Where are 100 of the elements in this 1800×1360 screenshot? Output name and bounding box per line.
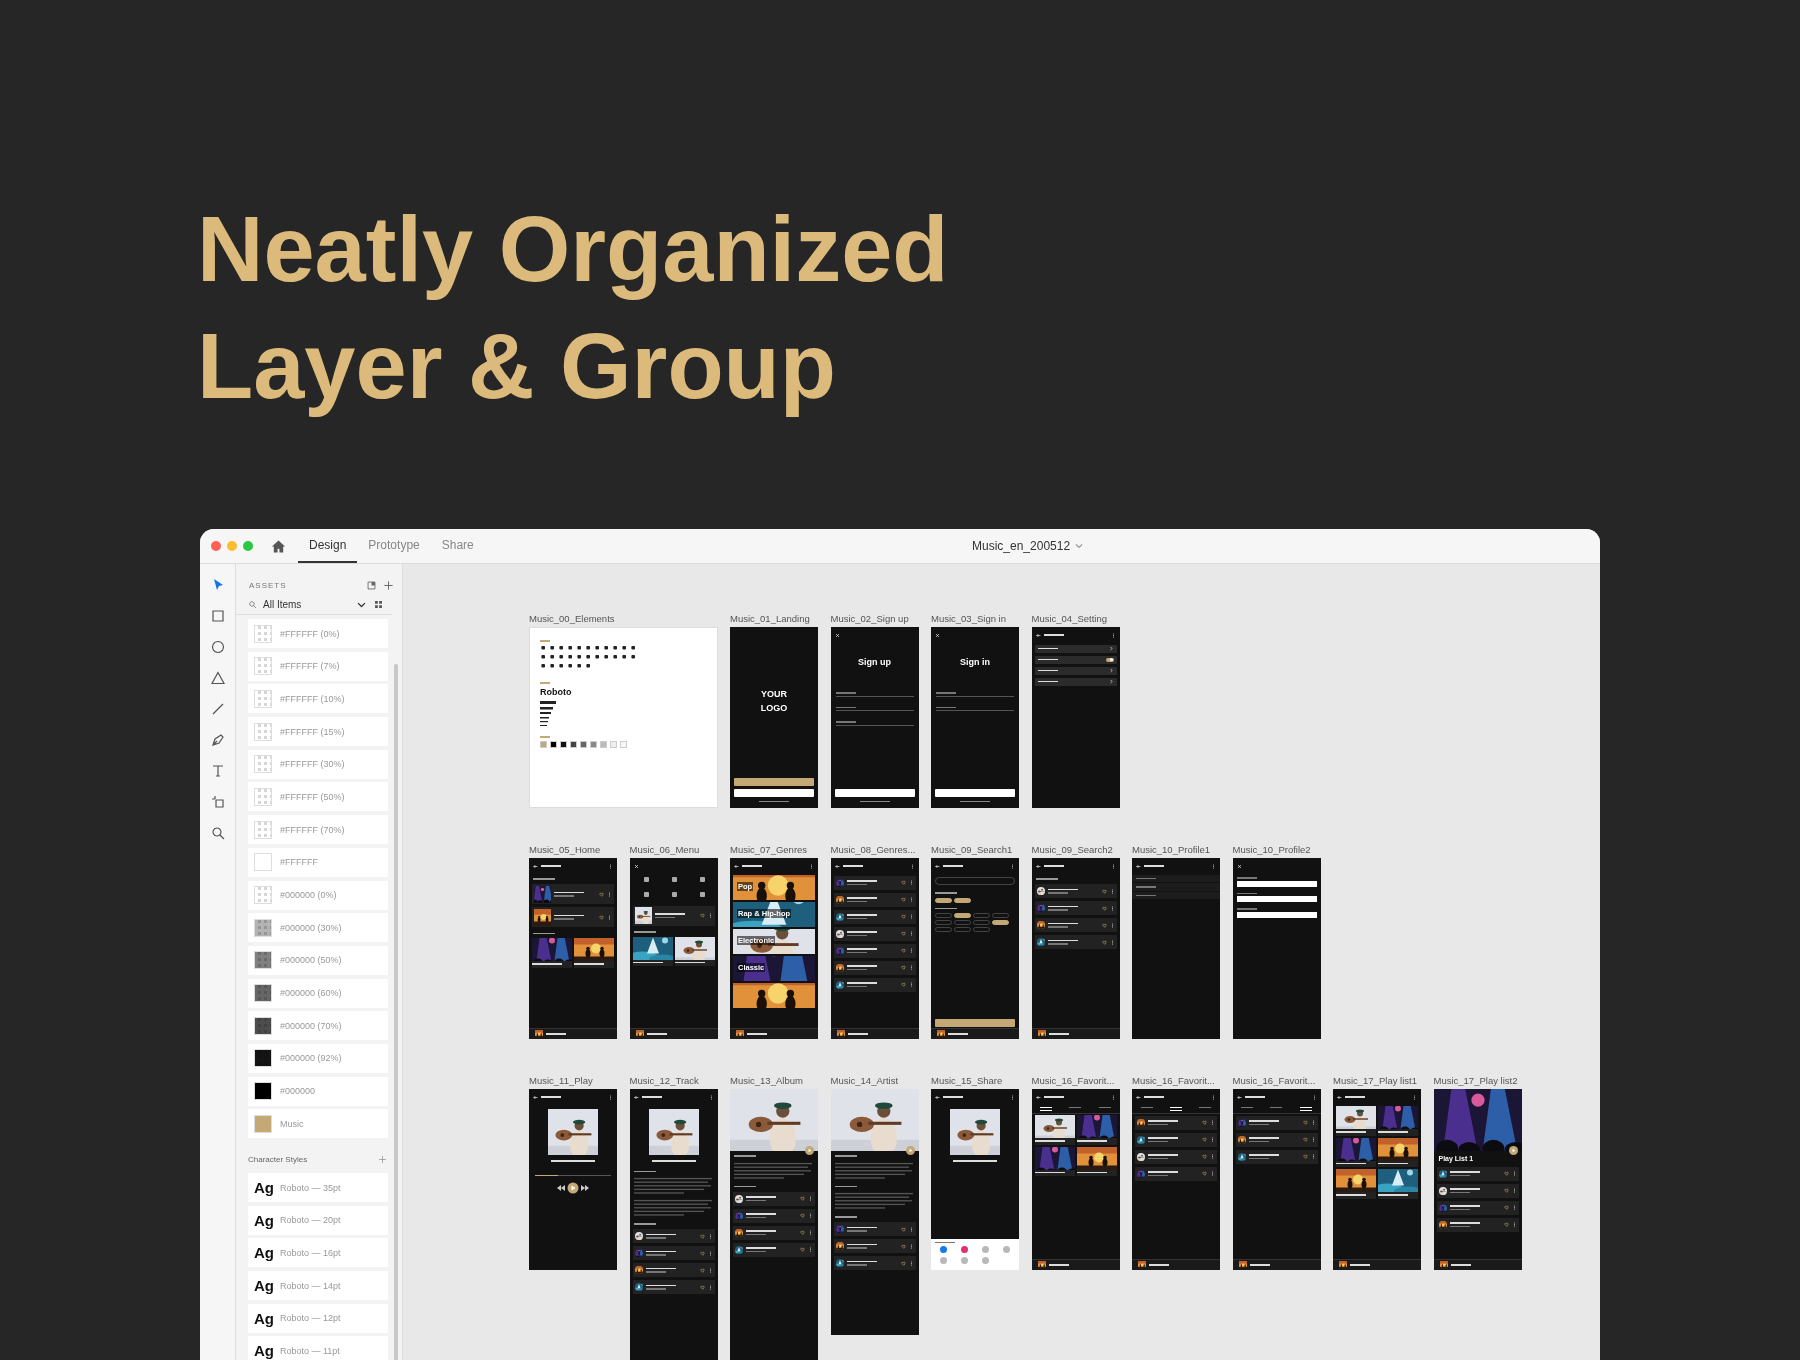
album-card[interactable] — [1034, 1115, 1075, 1145]
more-icon[interactable] — [908, 1243, 914, 1249]
character-style[interactable]: Ag Roboto — 11pt — [248, 1336, 388, 1360]
mini-player[interactable] — [629, 1028, 718, 1039]
artboard[interactable] — [1031, 858, 1120, 1039]
heart-icon[interactable] — [1302, 1120, 1308, 1125]
heart-icon[interactable] — [1202, 1154, 1207, 1159]
more-icon[interactable] — [1109, 939, 1115, 945]
artboard-name[interactable]: Music_00_Elements — [529, 613, 615, 624]
more-icon[interactable] — [908, 914, 914, 919]
list-item[interactable] — [1034, 901, 1117, 915]
artboard-name[interactable]: Music_08_Genres... — [830, 844, 916, 855]
artboard-name[interactable]: Music_17_Play list2 — [1433, 1075, 1518, 1086]
input-field[interactable] — [936, 706, 1014, 711]
more-icon[interactable] — [809, 863, 814, 869]
character-style[interactable]: Ag Roboto — 16pt — [248, 1238, 388, 1268]
list-item[interactable] — [833, 1256, 916, 1270]
more-icon[interactable] — [608, 863, 613, 869]
artboard-name[interactable]: Music_06_Menu — [629, 844, 700, 855]
heart-icon[interactable] — [900, 897, 906, 902]
heart-icon[interactable] — [1101, 888, 1107, 894]
genre-chip[interactable] — [992, 920, 1009, 925]
heart-icon[interactable] — [800, 1247, 805, 1252]
artboard[interactable] — [629, 1089, 718, 1360]
more-icon[interactable] — [1210, 1137, 1215, 1142]
character-style[interactable]: Ag Roboto — 20pt — [248, 1205, 388, 1235]
character-style[interactable]: Ag Roboto — 14pt — [248, 1271, 388, 1301]
more-icon[interactable] — [1010, 863, 1015, 869]
list-item[interactable] — [833, 1222, 916, 1236]
heart-icon[interactable] — [900, 914, 906, 919]
input-field[interactable] — [835, 692, 914, 697]
heart-icon[interactable] — [699, 913, 705, 918]
heart-icon[interactable] — [900, 880, 906, 885]
mini-player[interactable] — [529, 1028, 617, 1039]
more-icon[interactable] — [1110, 1094, 1116, 1100]
list-item[interactable] — [1034, 935, 1117, 949]
more-icon[interactable] — [1210, 1154, 1215, 1159]
album-card[interactable] — [1076, 1115, 1117, 1145]
more-icon[interactable] — [808, 1230, 813, 1235]
back-arrow-icon[interactable] — [1136, 1094, 1141, 1100]
more-icon[interactable] — [608, 1094, 613, 1100]
list-item[interactable] — [1135, 1166, 1217, 1181]
scrollbar[interactable] — [394, 664, 398, 1360]
list-item[interactable] — [632, 1263, 715, 1277]
close-icon[interactable] — [1236, 863, 1242, 869]
more-icon[interactable] — [908, 931, 914, 936]
list-item[interactable] — [733, 1242, 815, 1257]
more-icon[interactable] — [707, 1250, 713, 1256]
album-card[interactable] — [574, 938, 614, 968]
more-icon[interactable] — [908, 1260, 914, 1266]
triangle-tool-icon[interactable] — [209, 670, 226, 686]
more-icon[interactable] — [607, 914, 612, 920]
more-icon[interactable] — [1210, 1171, 1215, 1176]
back-arrow-icon[interactable] — [734, 863, 739, 869]
close-icon[interactable] — [633, 863, 639, 869]
more-icon[interactable] — [908, 897, 914, 902]
list-item[interactable] — [833, 875, 916, 890]
album-card[interactable] — [1378, 1106, 1418, 1136]
more-icon[interactable] — [1511, 1222, 1517, 1227]
input-field[interactable] — [936, 692, 1014, 697]
list-item[interactable] — [532, 907, 614, 927]
artboard-tool-icon[interactable] — [209, 794, 226, 810]
artboard[interactable] — [931, 858, 1019, 1039]
artboard[interactable]: Sign up — [830, 627, 919, 808]
heart-icon[interactable] — [900, 965, 906, 970]
more-icon[interactable] — [707, 1233, 713, 1239]
more-icon[interactable] — [1110, 632, 1116, 638]
heart-icon[interactable] — [1101, 922, 1107, 928]
more-icon[interactable] — [908, 1226, 914, 1232]
back-arrow-icon[interactable] — [1337, 1094, 1342, 1100]
artboard-name[interactable]: Music_01_Landing — [730, 613, 810, 624]
more-icon[interactable] — [1511, 1205, 1517, 1210]
share-target-icon[interactable] — [940, 1246, 947, 1253]
back-arrow-icon[interactable] — [633, 1094, 639, 1100]
close-icon[interactable] — [834, 632, 840, 638]
home-icon[interactable] — [271, 538, 286, 554]
more-icon[interactable] — [708, 1094, 714, 1100]
input-field[interactable] — [835, 706, 914, 711]
settings-row[interactable] — [1034, 644, 1117, 653]
library-icon[interactable] — [366, 580, 377, 591]
artboard-name[interactable]: Music_09_Search2 — [1031, 844, 1113, 855]
button[interactable] — [935, 1018, 1015, 1027]
more-icon[interactable] — [808, 1247, 813, 1252]
heart-icon[interactable] — [900, 1226, 906, 1232]
list-item[interactable] — [1436, 1217, 1519, 1232]
mini-player[interactable] — [931, 1028, 1019, 1039]
mini-player[interactable] — [1132, 1259, 1220, 1270]
heart-icon[interactable] — [1503, 1222, 1509, 1227]
tab[interactable] — [1170, 1107, 1182, 1111]
list-item[interactable] — [833, 892, 916, 907]
genre-chip[interactable] — [935, 897, 952, 903]
heart-icon[interactable] — [1503, 1205, 1509, 1210]
artboard[interactable] — [1333, 1089, 1421, 1270]
mini-player[interactable] — [830, 1028, 919, 1039]
list-item[interactable] — [1235, 1115, 1318, 1130]
mini-player[interactable] — [1031, 1259, 1120, 1270]
genre-chip[interactable] — [954, 897, 971, 903]
list-item[interactable] — [733, 1225, 815, 1240]
more-icon[interactable] — [607, 891, 612, 897]
artboard[interactable] — [1132, 1089, 1220, 1270]
